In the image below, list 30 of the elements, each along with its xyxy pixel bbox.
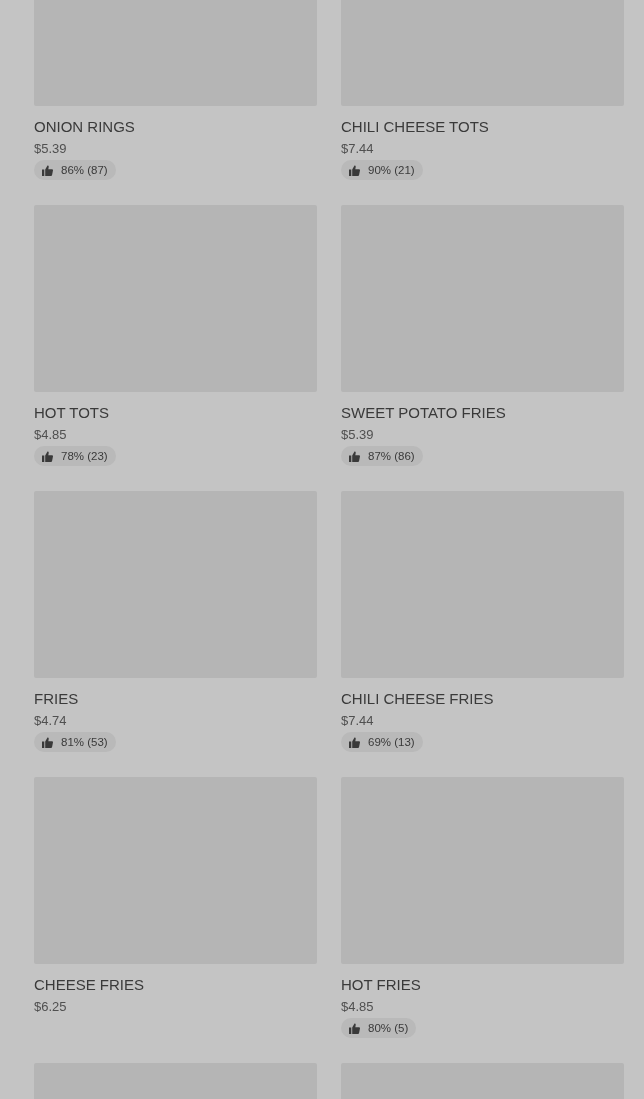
rating-text: 86% (87): [61, 163, 108, 177]
dish-price: $7.44: [341, 141, 375, 156]
thumbs-up-icon: [42, 164, 53, 176]
rating-text: 80% (5): [368, 1021, 409, 1035]
thumbs-up-icon: [42, 450, 53, 462]
thumbs-up-icon: [349, 450, 360, 462]
thumbs-up-icon: [349, 164, 360, 176]
thumbs-up-icon: [349, 1022, 360, 1034]
thumbs-up-icon: [42, 736, 53, 748]
dish-price: $7.44: [341, 713, 375, 728]
dish-name: CHILI CHEESE FRIES: [341, 690, 495, 708]
dish-name: FRIES: [34, 690, 80, 708]
dish-price: $6.25: [34, 999, 68, 1014]
dish-price: $5.39: [34, 141, 68, 156]
thumbs-up-icon: [349, 736, 360, 748]
rating-text: 90% (21): [368, 163, 415, 177]
rating-text: 78% (23): [61, 449, 108, 463]
rating-text: 69% (13): [368, 735, 415, 749]
dish-price: $4.85: [341, 999, 375, 1014]
dish-price: $5.39: [341, 427, 375, 442]
rating-text: 87% (86): [368, 449, 415, 463]
dish-name: HOT FRIES: [341, 976, 422, 994]
dish-name: CHEESE FRIES: [34, 976, 146, 994]
dish-name: HOT TOTS: [34, 404, 110, 422]
rating-text: 81% (53): [61, 735, 108, 749]
dish-name: ONION RINGS: [34, 118, 136, 136]
dish-name: CHILI CHEESE TOTS: [341, 118, 490, 136]
dish-name: SWEET POTATO FRIES: [341, 404, 507, 422]
dish-price: $4.74: [34, 713, 68, 728]
dish-price: $4.85: [34, 427, 68, 442]
